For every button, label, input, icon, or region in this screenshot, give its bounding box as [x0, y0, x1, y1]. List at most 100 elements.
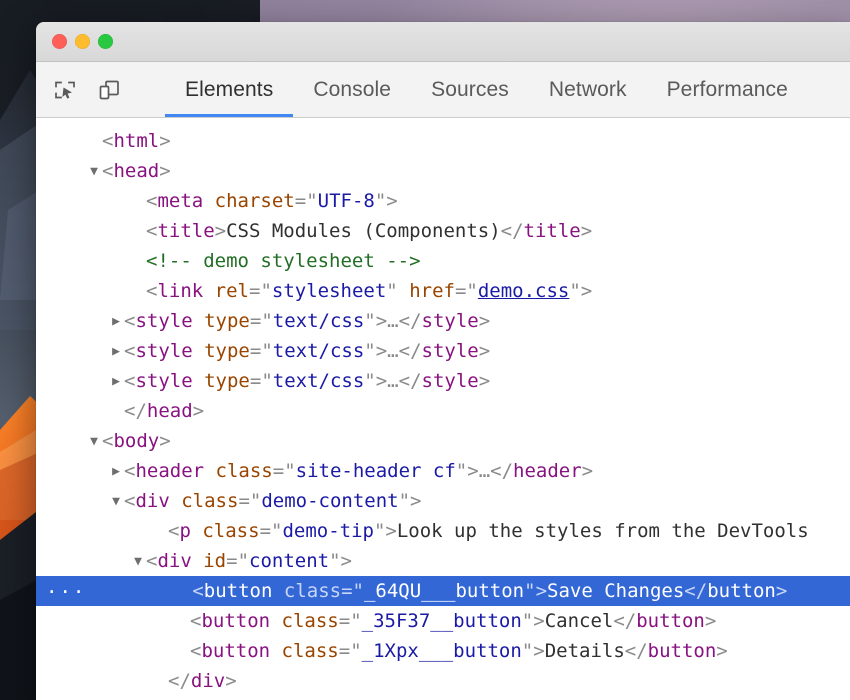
close-window-button[interactable] — [52, 34, 67, 49]
attribute-name: id — [203, 550, 227, 572]
dom-node-row[interactable]: ▼ <div id="content"> — [36, 546, 850, 576]
dom-node-row[interactable]: </div> — [36, 666, 850, 696]
tab-sources[interactable]: Sources — [411, 62, 529, 117]
tag-name: button — [636, 610, 705, 632]
dom-node-row[interactable]: ▼ <body> — [36, 426, 850, 456]
inspect-element-icon[interactable] — [50, 75, 80, 105]
tag-name: style — [135, 340, 193, 362]
chevron-down-icon[interactable]: ▼ — [86, 427, 102, 457]
punctuation: "> — [374, 190, 398, 212]
dom-node-row[interactable]: <title>CSS Modules (Components)</title> — [36, 216, 850, 246]
attribute-name: href — [409, 280, 455, 302]
tag-name: div — [135, 490, 170, 512]
arrow-placeholder — [130, 247, 146, 277]
dom-node-row[interactable]: </head> — [36, 396, 850, 426]
tab-console[interactable]: Console — [293, 62, 411, 117]
tag-name: style — [421, 310, 479, 332]
punctuation: "> — [364, 310, 388, 332]
chevron-down-icon[interactable]: ▼ — [130, 547, 146, 577]
attribute-value: UTF-8 — [317, 190, 375, 212]
tag-name: div — [190, 670, 226, 692]
tab-network[interactable]: Network — [529, 62, 647, 117]
devtools-tabbar: Elements Console Sources Network Perform… — [36, 62, 850, 118]
dom-node-row[interactable]: ··· <button class="_64QU___button">Save … — [36, 576, 850, 606]
maximize-window-button[interactable] — [98, 34, 113, 49]
dom-node-row[interactable]: ▼ <div class="demo-content"> — [36, 486, 850, 516]
punctuation: "> — [521, 610, 545, 632]
punctuation: "> — [455, 460, 479, 482]
attribute-name: class — [202, 520, 260, 542]
tag-name: style — [421, 340, 479, 362]
dom-node-row[interactable]: ▶ <header class="site-header cf">…</heade… — [36, 456, 850, 486]
dom-tree-panel[interactable]: <html> ▼ <head> <meta charset="UTF-8"> <ti… — [36, 118, 850, 700]
tab-label: Elements — [185, 77, 274, 101]
attribute-name: charset — [214, 190, 295, 212]
tag-name: meta — [157, 190, 204, 212]
chevron-down-icon[interactable]: ▼ — [108, 487, 124, 517]
tag-name: button — [647, 640, 717, 662]
comment-node: <!-- demo stylesheet --> — [146, 250, 421, 272]
arrow-placeholder — [108, 397, 124, 427]
dom-node-row[interactable]: <!-- demo stylesheet --> — [36, 246, 850, 276]
tag-name: div — [157, 550, 192, 572]
punctuation: =" — [454, 280, 478, 302]
chevron-right-icon[interactable]: ▶ — [108, 367, 124, 397]
dom-node-row[interactable]: <p class="demo-tip">Look up the styles f… — [36, 516, 850, 546]
punctuation: </ — [490, 460, 514, 482]
punctuation: "> — [364, 340, 388, 362]
arrow-placeholder — [86, 127, 102, 157]
punctuation: < — [146, 550, 158, 572]
punctuation: "> — [524, 580, 548, 602]
tab-performance[interactable]: Performance — [647, 62, 808, 117]
punctuation: < — [146, 220, 158, 242]
arrow-placeholder — [174, 637, 190, 667]
punctuation: < — [102, 160, 114, 182]
node-more-badge[interactable]: ··· — [46, 577, 86, 607]
chevron-right-icon[interactable]: ▶ — [108, 337, 124, 367]
attribute-value: stylesheet — [271, 280, 387, 302]
attribute-value: text/css — [272, 340, 365, 362]
tag-name: style — [135, 310, 193, 332]
dom-node-row[interactable]: <button class="_1Xpx___button">Details</… — [36, 636, 850, 666]
dom-node-row[interactable]: ▶ <style type="text/css">…</style> — [36, 306, 850, 336]
attribute-name: class — [281, 640, 339, 662]
attribute-value-link[interactable]: demo.css — [478, 280, 570, 302]
attribute-name: rel — [214, 280, 249, 302]
chevron-right-icon[interactable]: ▶ — [108, 457, 124, 487]
attribute-value: text/css — [272, 370, 365, 392]
tab-elements[interactable]: Elements — [165, 62, 294, 117]
punctuation: > — [581, 460, 594, 482]
arrow-placeholder — [176, 577, 192, 607]
dom-node-row[interactable]: <html> — [36, 126, 850, 156]
punctuation: > — [214, 220, 227, 242]
dom-node-row[interactable]: <meta charset="UTF-8"> — [36, 186, 850, 216]
chevron-right-icon[interactable]: ▶ — [108, 307, 124, 337]
dom-node-row[interactable]: ▶ <style type="text/css">…</style> — [36, 366, 850, 396]
device-toolbar-icon[interactable] — [94, 75, 124, 105]
punctuation: </ — [398, 310, 422, 332]
dom-node-row[interactable]: ▼ <head> — [36, 156, 850, 186]
tag-name: style — [421, 370, 479, 392]
dom-node-row[interactable]: ▶ <style type="text/css">…</style> — [36, 336, 850, 366]
punctuation: < — [124, 310, 136, 332]
tag-name: head — [146, 400, 193, 422]
devtools-toolbar — [36, 62, 165, 117]
chevron-down-icon[interactable]: ▼ — [86, 157, 102, 187]
punctuation: =" — [249, 310, 273, 332]
punctuation: =" — [249, 370, 273, 392]
punctuation: > — [775, 580, 788, 602]
tab-label: Network — [548, 77, 627, 101]
dom-node-row[interactable]: <link rel="stylesheet" href="demo.css"> — [36, 276, 850, 306]
punctuation: < — [168, 520, 180, 542]
attribute-name: class — [215, 460, 273, 482]
attribute-value: content — [249, 550, 330, 572]
minimize-window-button[interactable] — [75, 34, 90, 49]
attribute-value: site-header cf — [295, 460, 456, 482]
dom-node-row[interactable]: <button class="_35F37__button">Cancel</b… — [36, 606, 850, 636]
tab-label: Performance — [666, 77, 788, 101]
